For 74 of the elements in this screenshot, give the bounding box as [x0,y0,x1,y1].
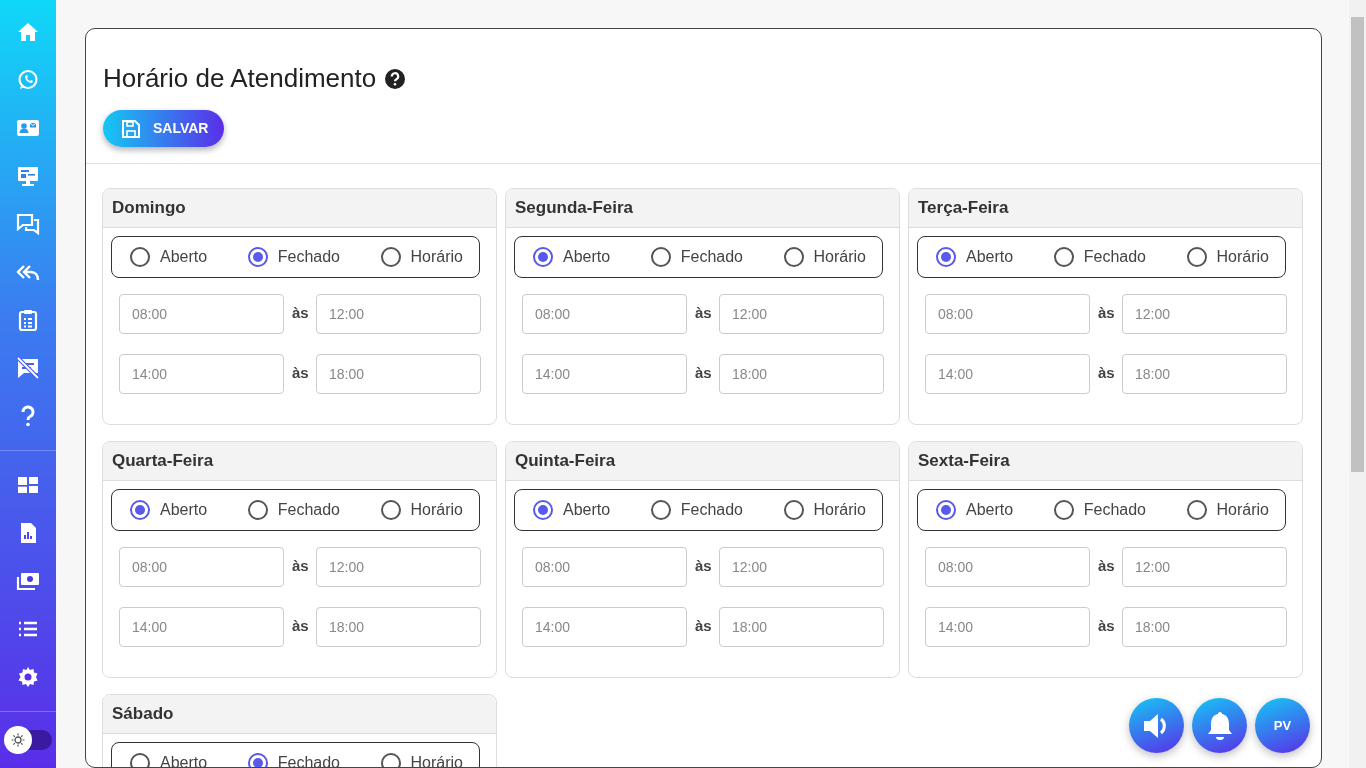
time-field[interactable]: 08:00 [522,546,687,587]
sun-icon [11,733,25,747]
day-title: Terça-Feira [909,189,1302,228]
radio-option[interactable]: Horário [380,244,463,269]
separator-text: às [695,616,711,637]
time-field[interactable]: 14:00 [925,353,1090,394]
radio-option[interactable]: Fechado [1053,497,1146,522]
day-title: Quinta-Feira [506,442,899,481]
radio-option[interactable]: Aberto [533,497,611,522]
time-field[interactable]: 14:00 [522,353,687,394]
chats-icon[interactable] [16,212,40,236]
time-field[interactable]: 08:00 [119,546,284,587]
scrollbar[interactable] [1349,0,1366,768]
time-field[interactable]: 08:00 [119,293,284,334]
separator-text: às [292,363,308,384]
time-field[interactable]: 18:00 [1122,606,1287,647]
time-field[interactable]: 12:00 [316,546,481,587]
separator-text: às [1098,363,1114,384]
message-off-icon[interactable] [16,356,40,380]
separator-text: às [1098,616,1114,637]
separator-text: às [695,556,711,577]
radio-option[interactable]: Fechado [247,750,340,767]
time-field[interactable]: 12:00 [316,293,481,334]
time-field[interactable]: 18:00 [316,353,481,394]
radio-option[interactable]: Aberto [936,497,1014,522]
radio-option[interactable]: Aberto [130,244,208,269]
time-field[interactable]: 18:00 [316,606,481,647]
radio-option[interactable]: Horário [783,244,866,269]
page-title: Horário de Atendimento [103,63,377,95]
radio-option[interactable]: Horário [1186,244,1269,269]
help-icon[interactable] [384,67,407,90]
time-field[interactable]: 18:00 [719,353,884,394]
radio-option[interactable]: Fechado [650,497,743,522]
separator-text: às [1098,556,1114,577]
radio-option[interactable]: Fechado [650,244,743,269]
save-button[interactable]: SALVAR [103,110,225,148]
time-field[interactable]: 14:00 [522,606,687,647]
time-field[interactable]: 12:00 [1122,546,1287,587]
radio-option[interactable]: Fechado [247,497,340,522]
separator-text: às [1098,303,1114,324]
day-title: Segunda-Feira [506,189,899,228]
time-field[interactable]: 18:00 [1122,353,1287,394]
separator-text: às [292,303,308,324]
radio-option[interactable]: Horário [380,497,463,522]
clipboard-icon[interactable] [16,308,40,332]
time-field[interactable]: 18:00 [719,606,884,647]
time-field[interactable]: 08:00 [522,293,687,334]
radio-option[interactable]: Fechado [1053,244,1146,269]
radio-option[interactable]: Horário [380,750,463,767]
radio-option[interactable]: Horário [1186,497,1269,522]
day-title: Quarta-Feira [103,442,496,481]
settings-icon[interactable] [16,665,40,689]
time-field[interactable]: 14:00 [925,606,1090,647]
radio-option[interactable]: Aberto [936,244,1014,269]
time-field[interactable]: 14:00 [119,353,284,394]
radio-option[interactable]: Fechado [247,244,340,269]
radio-option[interactable]: Aberto [130,750,208,767]
day-title: Sexta-Feira [909,442,1302,481]
day-title: Sábado [103,695,496,734]
time-field[interactable]: 12:00 [719,546,884,587]
radio-option[interactable]: Aberto [533,244,611,269]
radio-option[interactable]: Horário [783,497,866,522]
time-field[interactable]: 12:00 [1122,293,1287,334]
radio-option[interactable]: Aberto [130,497,208,522]
separator-text: às [695,303,711,324]
separator-text: às [695,363,711,384]
time-field[interactable]: 14:00 [119,606,284,647]
time-field[interactable]: 12:00 [719,293,884,334]
separator-text: às [292,556,308,577]
separator-text: às [292,616,308,637]
day-title: Domingo [103,189,496,228]
time-field[interactable]: 08:00 [925,546,1090,587]
monitor-icon[interactable] [16,164,40,188]
time-field[interactable]: 08:00 [925,293,1090,334]
